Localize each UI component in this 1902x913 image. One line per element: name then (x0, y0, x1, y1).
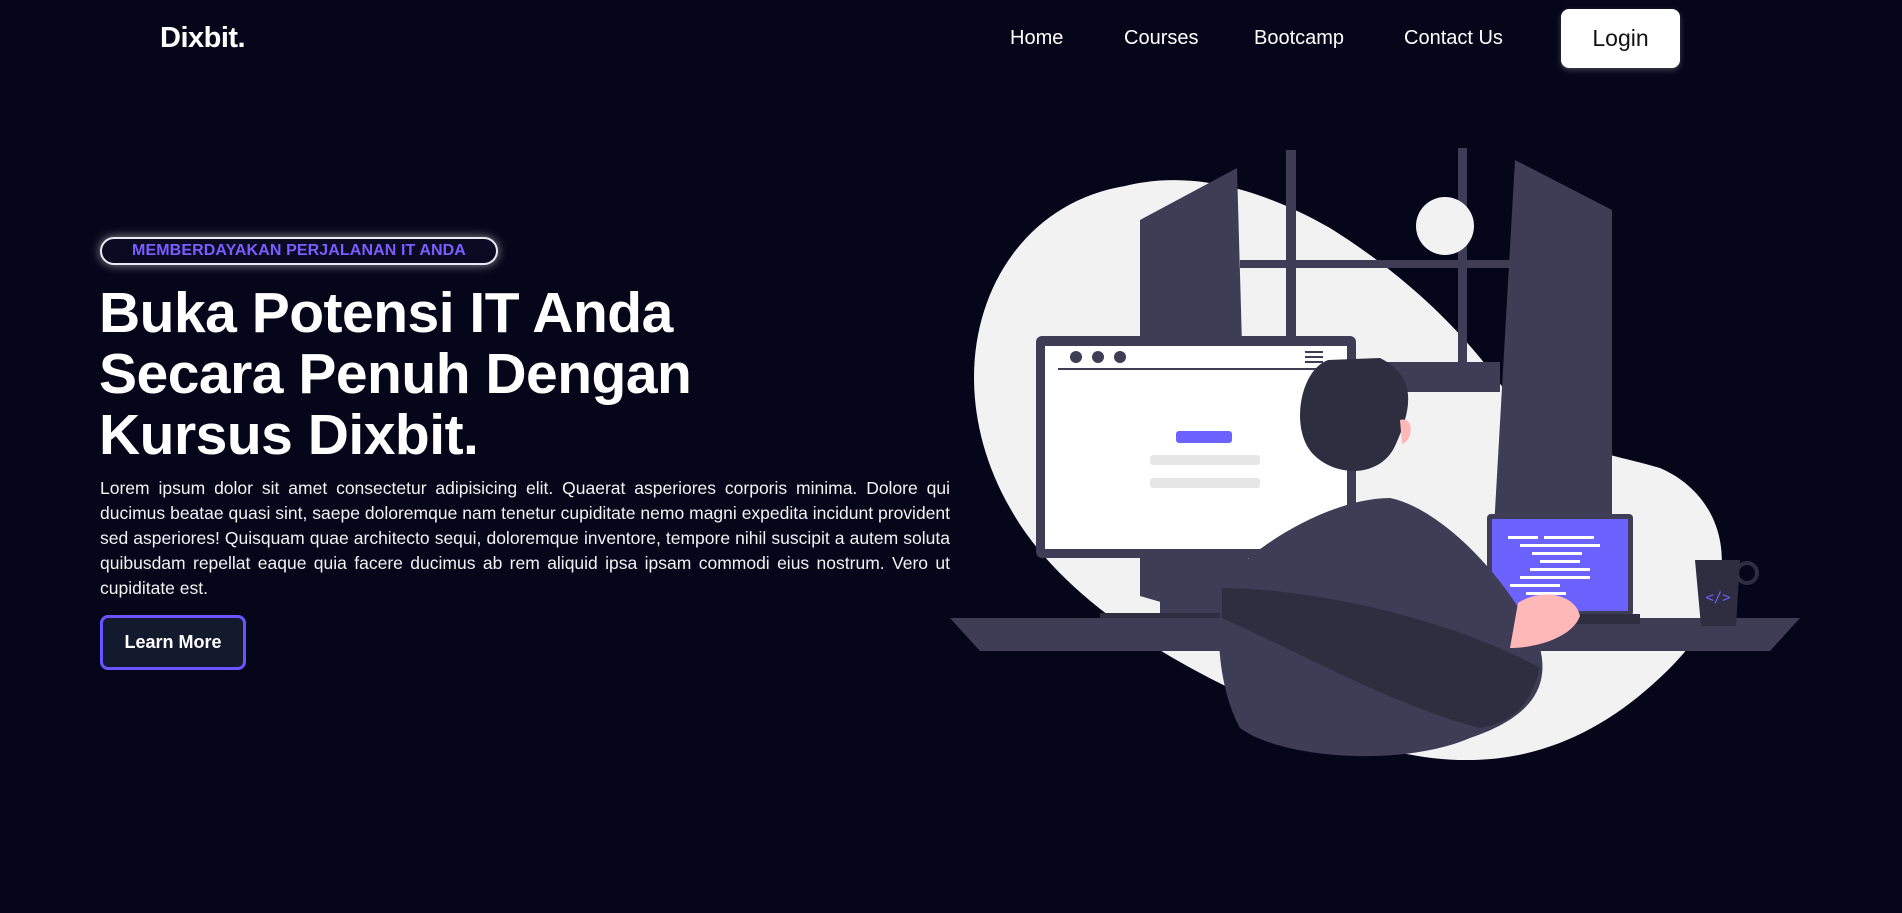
browser-dot-3 (1114, 351, 1126, 363)
nav-link-contact-us[interactable]: Contact Us (1404, 27, 1503, 50)
login-button[interactable]: Login (1561, 9, 1680, 68)
logo[interactable]: Dixbit. (160, 22, 246, 55)
window-crossbar (1240, 260, 1530, 268)
mug-code-icon: </> (1705, 590, 1730, 606)
menu-line-1 (1305, 351, 1323, 353)
hero-title-line-2: Secara Penuh Dengan (99, 342, 692, 406)
mug-handle (1735, 561, 1759, 585)
hero-title-line-1: Buka Potensi IT Anda (99, 281, 673, 345)
tagline-badge: MEMBERDAYAKAN PERJALANAN IT ANDA (100, 237, 498, 265)
developer-at-desk-illustration: </> (950, 148, 1800, 761)
learn-more-button[interactable]: Learn More (100, 615, 246, 670)
nav-link-home[interactable]: Home (1010, 27, 1063, 50)
browser-dot-1 (1070, 351, 1082, 363)
browser-dot-2 (1092, 351, 1104, 363)
menu-line-3 (1305, 361, 1323, 363)
browser-rule (1058, 368, 1334, 370)
hero-description: Lorem ipsum dolor sit amet consectetur a… (100, 478, 950, 598)
screen-line-1 (1150, 455, 1260, 465)
screen-button (1176, 431, 1232, 443)
monitor-screen (1045, 346, 1347, 549)
screen-line-2 (1150, 478, 1260, 488)
hero-title: Buka Potensi IT Anda Secara Penuh Dengan… (99, 283, 859, 466)
hero-title-line-3: Kursus Dixbit. (99, 403, 479, 467)
sun (1416, 197, 1474, 255)
nav-link-bootcamp[interactable]: Bootcamp (1254, 27, 1344, 50)
menu-line-2 (1305, 356, 1323, 358)
navbar: Dixbit. Home Courses Bootcamp Contact Us… (0, 0, 1902, 80)
nav-link-courses[interactable]: Courses (1124, 27, 1198, 50)
